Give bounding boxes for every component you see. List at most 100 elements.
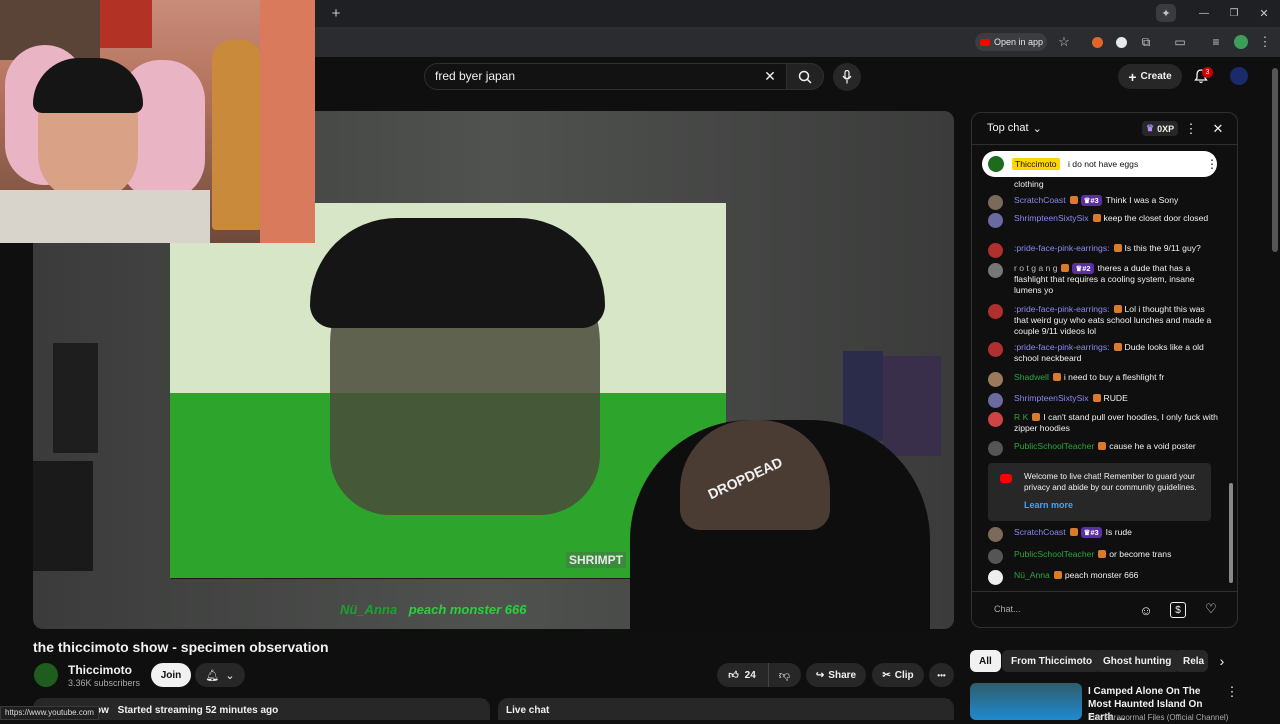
member-badge-icon: [1053, 571, 1062, 579]
chat-mode-dropdown[interactable]: Top chat ⌄: [987, 122, 1042, 135]
more-actions-button[interactable]: •••: [929, 663, 954, 687]
notification-settings-button[interactable]: 🔔︎ ⌄: [195, 663, 245, 687]
chat-author-avatar[interactable]: [988, 393, 1003, 408]
join-button[interactable]: Join: [151, 663, 191, 687]
chat-author-avatar[interactable]: [988, 412, 1003, 427]
share-button[interactable]: ↪ Share: [806, 663, 866, 687]
extensions-puzzle-icon[interactable]: ⧉: [1138, 34, 1154, 50]
chevron-right-icon[interactable]: ›: [1214, 653, 1230, 669]
camera-on-tripod: [33, 461, 93, 571]
account-avatar[interactable]: [1230, 67, 1248, 85]
cast-icon[interactable]: ▭: [1172, 34, 1188, 50]
heart-icon[interactable]: ♡: [1202, 600, 1220, 618]
pinned-menu-icon[interactable]: ⋮: [1206, 157, 1218, 171]
dislike-button[interactable]: 👎︎: [768, 663, 800, 687]
xp-badge[interactable]: ♛ 0XP: [1142, 121, 1179, 136]
chat-author-avatar[interactable]: [988, 527, 1003, 542]
chat-message[interactable]: ShrimpteenSixtySix RUDE: [988, 393, 1220, 408]
super-chat-icon[interactable]: $: [1170, 602, 1186, 618]
chat-message[interactable]: PublicSchoolTeacher or become trans: [988, 549, 1220, 564]
clear-search-icon[interactable]: ✕: [762, 68, 778, 84]
chat-message-body: :pride-face-pink-earrings: Is this the 9/…: [1014, 243, 1220, 254]
new-tab-button[interactable]: +: [328, 5, 344, 22]
chat-author-name[interactable]: Nü_Anna: [1014, 570, 1050, 580]
filter-chip[interactable]: Rela: [1174, 650, 1208, 672]
chat-menu-icon[interactable]: ⋮: [1184, 121, 1198, 137]
chat-message[interactable]: :pride-face-pink-earrings: Dude looks lik…: [988, 342, 1220, 364]
recommendation-channel[interactable]: The Paranormal Files (Official Channel): [1088, 713, 1228, 722]
chat-author-name[interactable]: PublicSchoolTeacher: [1014, 549, 1094, 559]
chat-message[interactable]: :pride-face-pink-earrings: Lol i thought …: [988, 304, 1220, 337]
chat-author-avatar[interactable]: [988, 263, 1003, 278]
chat-author-name[interactable]: ScratchCoast: [1014, 527, 1066, 537]
search-button[interactable]: [786, 63, 824, 90]
chat-message[interactable]: r o t g a n g ♛#2 theres a dude that has a…: [988, 263, 1220, 296]
voice-search-button[interactable]: [833, 63, 861, 91]
chat-author-name[interactable]: PublicSchoolTeacher: [1014, 441, 1094, 451]
chat-message[interactable]: ShrimpteenSixtySix keep the closet door c…: [988, 213, 1220, 228]
filter-chip[interactable]: Ghost hunting: [1094, 650, 1181, 672]
chat-author-avatar[interactable]: [988, 342, 1003, 357]
chat-author-avatar[interactable]: [988, 195, 1003, 210]
chat-message[interactable]: :pride-face-pink-earrings: Is this the 9/…: [988, 243, 1220, 258]
sparkle-icon[interactable]: ✦: [1156, 4, 1176, 22]
chat-author-name[interactable]: :pride-face-pink-earrings:: [1014, 243, 1110, 253]
chat-scrollbar[interactable]: [1229, 483, 1233, 583]
chat-author-avatar[interactable]: [988, 441, 1003, 456]
chat-author-avatar[interactable]: [988, 304, 1003, 319]
chat-message[interactable]: PublicSchoolTeacher cause he a void poste…: [988, 441, 1220, 456]
reading-list-icon[interactable]: ≡: [1208, 34, 1224, 50]
close-chat-icon[interactable]: ✕: [1210, 121, 1226, 137]
chat-input[interactable]: Chat...: [982, 598, 1132, 620]
chat-author-name[interactable]: :pride-face-pink-earrings:: [1014, 304, 1110, 314]
chevron-down-icon: ⌄: [1032, 123, 1042, 135]
filter-chip[interactable]: All: [970, 650, 1001, 672]
thumbs-down-icon: 👎︎: [778, 669, 791, 682]
chat-author-name[interactable]: ScratchCoast: [1014, 195, 1066, 205]
chat-author-name[interactable]: r o t g a n g: [1014, 263, 1057, 273]
extension-icon[interactable]: [1116, 37, 1127, 48]
description-box[interactable]: ow Started streaming 52 minutes ago: [33, 698, 490, 720]
chat-author-name[interactable]: Shadwell: [1014, 372, 1049, 382]
chat-author-name[interactable]: R K: [1014, 412, 1028, 422]
minimize-button[interactable]: —: [1194, 4, 1214, 22]
plus-icon: +: [1128, 68, 1137, 85]
chat-message-body: Shadwell i need to buy a fleshlight fr: [1014, 372, 1220, 383]
chat-author-avatar[interactable]: [988, 243, 1003, 258]
youtube-icon: [980, 38, 990, 46]
chat-author-avatar[interactable]: [988, 570, 1003, 585]
live-chat-section-header[interactable]: Live chat: [498, 698, 954, 720]
learn-more-link[interactable]: Learn more: [1024, 500, 1073, 510]
chat-author-name[interactable]: :pride-face-pink-earrings:: [1014, 342, 1110, 352]
emoji-icon[interactable]: ☺: [1138, 602, 1154, 618]
create-button[interactable]: + Create: [1118, 64, 1182, 89]
chat-author-avatar[interactable]: [988, 372, 1003, 387]
page-scrollbar[interactable]: [1272, 68, 1278, 252]
extension-icon[interactable]: [1092, 37, 1103, 48]
pinned-message[interactable]: Thiccimoto i do not have eggs ⋮: [982, 151, 1218, 177]
chat-message[interactable]: R KI can't stand pull over hoodies, I on…: [988, 412, 1220, 434]
filter-chip[interactable]: From Thiccimoto: [1002, 650, 1102, 672]
chat-message[interactable]: Nü_Anna peach monster 666: [988, 570, 1220, 585]
clip-button[interactable]: ✂ Clip: [872, 663, 924, 687]
chat-message[interactable]: Shadwell i need to buy a fleshlight fr: [988, 372, 1220, 387]
chat-author-avatar[interactable]: [988, 549, 1003, 564]
bookmark-star-icon[interactable]: ☆: [1056, 34, 1072, 50]
chat-author-name[interactable]: ShrimpteenSixtySix: [1014, 213, 1089, 223]
chat-message[interactable]: ScratchCoast ♛#3 Think I was a Sony: [988, 195, 1220, 210]
recommendation-menu-icon[interactable]: ⋮: [1226, 684, 1239, 700]
chat-message[interactable]: ScratchCoast ♛#3 Is rude: [988, 527, 1220, 542]
channel-name[interactable]: Thiccimoto: [68, 663, 132, 677]
close-window-button[interactable]: ✕: [1254, 4, 1274, 22]
profile-avatar-icon[interactable]: [1234, 35, 1248, 49]
chat-author-name[interactable]: ShrimpteenSixtySix: [1014, 393, 1089, 403]
browser-menu-icon[interactable]: ⋮: [1258, 34, 1272, 50]
open-in-app-button[interactable]: Open in app: [975, 33, 1047, 51]
recommendation-thumbnail[interactable]: [970, 683, 1082, 720]
chat-message-text: I can't stand pull over hoodies, I only …: [1014, 412, 1218, 433]
channel-avatar[interactable]: [34, 663, 58, 687]
chat-author-avatar[interactable]: [988, 213, 1003, 228]
like-button[interactable]: 👍︎ 24: [717, 663, 767, 687]
restore-button[interactable]: ❐: [1224, 4, 1244, 22]
wall: [260, 0, 315, 243]
